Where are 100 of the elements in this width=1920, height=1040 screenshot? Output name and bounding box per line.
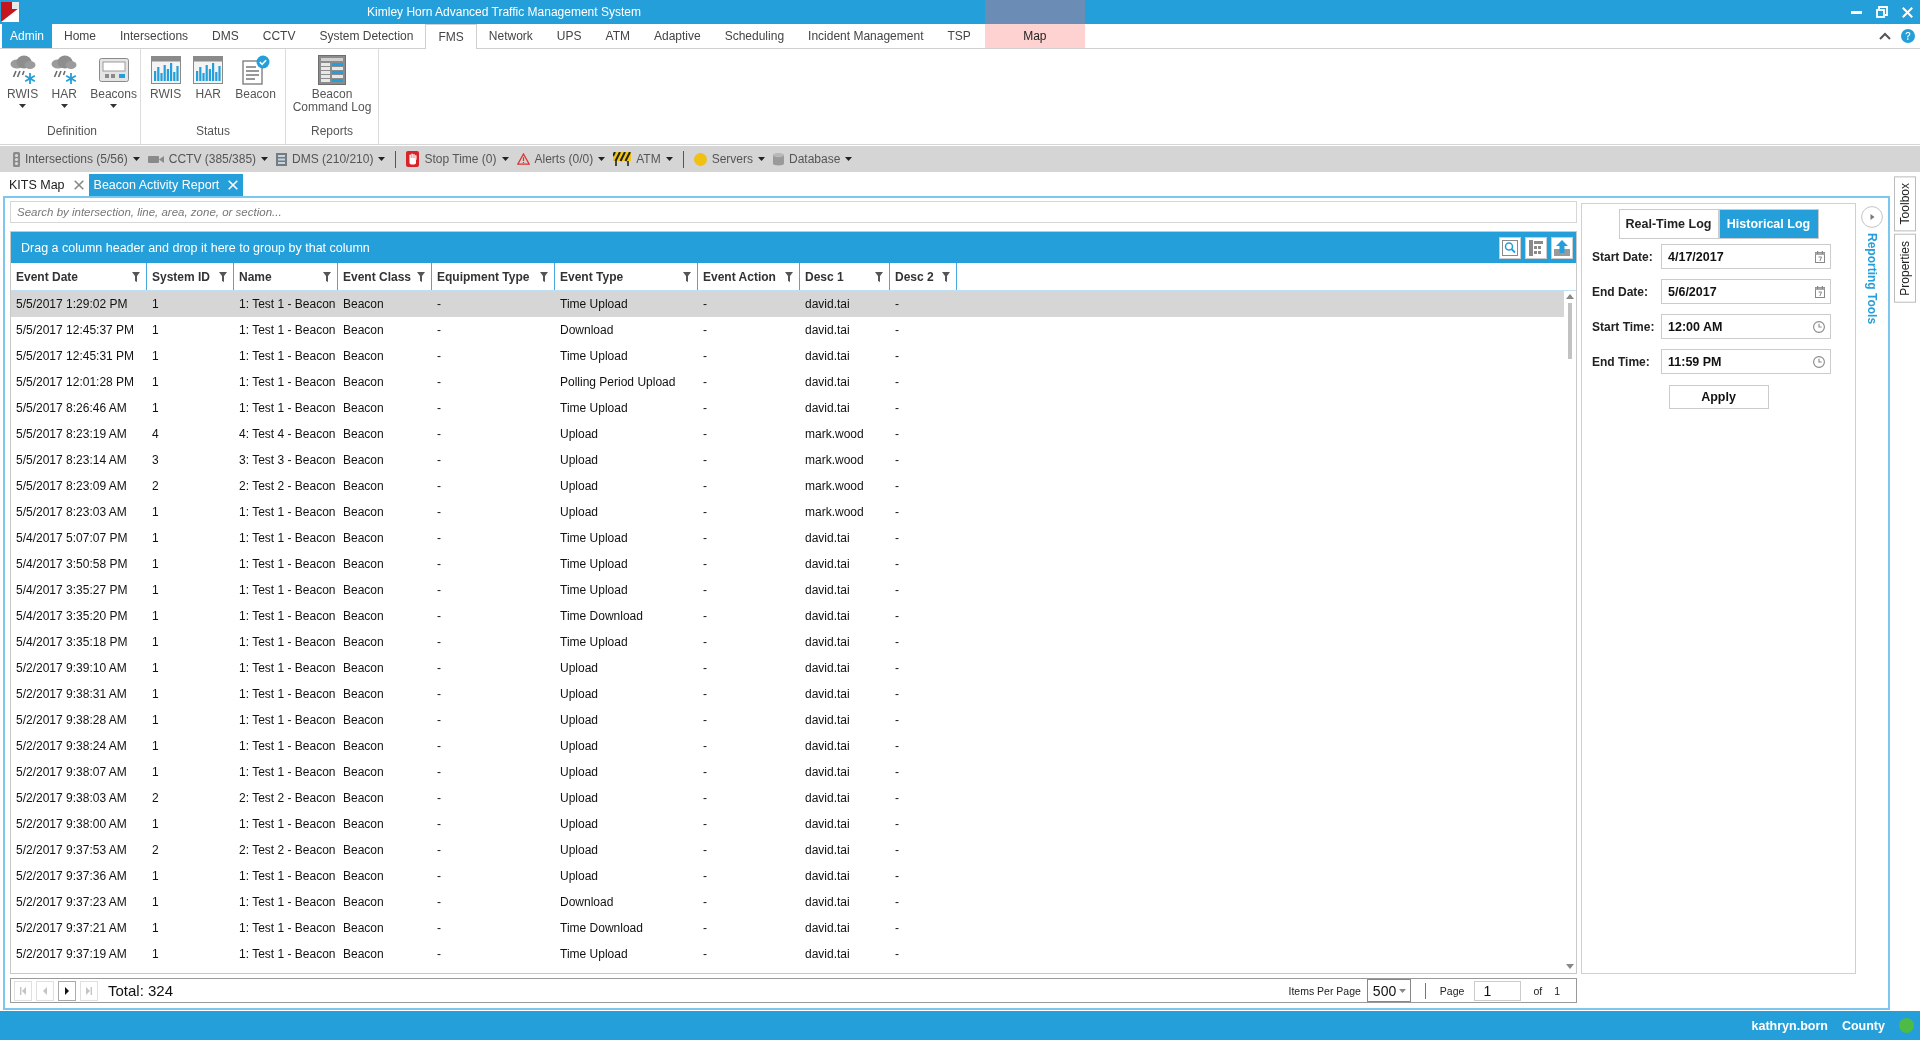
- scroll-down-icon[interactable]: [1566, 964, 1574, 969]
- table-cell-text: -: [894, 843, 900, 857]
- scroll-up-icon[interactable]: [1566, 294, 1574, 299]
- search-field[interactable]: Search by intersection, line, area, zone, or section...: [10, 201, 1577, 223]
- table-cell-text: -: [436, 739, 442, 753]
- ribbon-button[interactable]: HAR: [48, 52, 81, 124]
- table-cell-text: Download: [559, 323, 615, 337]
- filter-icon[interactable]: [785, 271, 793, 282]
- filter-icon[interactable]: [132, 271, 140, 282]
- table-cell-text: -: [702, 557, 708, 571]
- table-cell-text: 5/4/2017 3:35:18 PM: [15, 635, 129, 649]
- table-cell-text: 1: Test 1 - Beacon: [238, 895, 337, 909]
- table-cell-text: -: [894, 635, 900, 649]
- filter-icon[interactable]: [942, 271, 950, 282]
- table-cell-text: -: [894, 453, 900, 467]
- ribbon-button[interactable]: RWIS: [5, 52, 41, 124]
- device-icon: [98, 58, 129, 82]
- table-cell-text: Beacon: [342, 765, 385, 779]
- table-cell-text: -: [436, 713, 442, 727]
- caret-icon: [60, 104, 68, 108]
- ribbon-button[interactable]: Beacon Command Log: [290, 52, 374, 124]
- toolbar-dropdown[interactable]: ATM: [609, 152, 677, 166]
- side-tab[interactable]: Properties: [1894, 234, 1916, 304]
- ribbon-button[interactable]: Beacon: [233, 52, 278, 124]
- ribbon-button[interactable]: HAR: [191, 52, 226, 124]
- clock-icon[interactable]: [1813, 320, 1825, 333]
- date-field[interactable]: 5/6/2017: [1661, 279, 1831, 304]
- next-page-button[interactable]: [58, 980, 76, 1001]
- table-cell-text: 1: [151, 349, 160, 363]
- help-icon[interactable]: [1901, 29, 1915, 43]
- column-header[interactable]: System ID: [147, 263, 234, 290]
- filter-icon[interactable]: [323, 271, 331, 282]
- toolbar-dropdown[interactable]: DMS (210/210): [272, 152, 390, 166]
- table-cell-text: david.tai: [804, 817, 851, 831]
- table-cell-text: 1: [151, 895, 160, 909]
- filter-icon[interactable]: [540, 271, 548, 282]
- filter-icon[interactable]: [875, 271, 883, 282]
- log-mode-tab[interactable]: Real-Time Log: [1618, 209, 1719, 239]
- table-cell-text: david.tai: [804, 609, 851, 623]
- calendar-icon[interactable]: [1815, 285, 1825, 298]
- table-cell-text: Beacon: [342, 791, 385, 805]
- search-grid-button[interactable]: [1499, 236, 1521, 259]
- table-cell-text: -: [894, 947, 900, 961]
- table-row[interactable]: 5/5/2017 1:29:02 PM 1 1: Test 1 - Beacon Beacon - Time Upload - david.tai -: [11, 291, 1564, 317]
- column-header[interactable]: Event Class: [338, 263, 432, 290]
- column-header[interactable]: Name: [234, 263, 338, 290]
- calendar-icon[interactable]: [1815, 250, 1825, 263]
- toolbar-dropdown[interactable]: Alerts (0/0): [512, 152, 610, 166]
- warning-icon: [516, 153, 530, 165]
- scroll-thumb[interactable]: [1568, 303, 1572, 359]
- minimize-icon[interactable]: [1851, 10, 1862, 14]
- column-header[interactable]: Equipment Type: [432, 263, 555, 290]
- table-cell-text: 1: Test 1 - Beacon: [238, 635, 337, 649]
- toolbar-dropdown[interactable]: Database: [769, 152, 857, 166]
- table-cell-text: 5/5/2017 8:23:14 AM: [15, 453, 128, 467]
- filter-icon[interactable]: [683, 271, 691, 282]
- table-cell-text: mark.wood: [804, 453, 865, 467]
- toolbar-dropdown[interactable]: CCTV (385/385): [143, 152, 273, 166]
- chevron-up-icon[interactable]: [1879, 32, 1891, 40]
- column-header[interactable]: Event Date: [11, 263, 147, 290]
- table-cell-text: david.tai: [804, 349, 851, 363]
- restore-icon[interactable]: [1876, 6, 1888, 18]
- side-tab[interactable]: Toolbox: [1894, 176, 1916, 232]
- ribbon-tab[interactable]: Map: [984, 24, 1085, 48]
- table-cell-text: Beacon: [342, 557, 385, 571]
- column-chooser-button[interactable]: [1525, 236, 1547, 259]
- table-cell-text: Time Upload: [559, 583, 629, 597]
- column-header[interactable]: Desc 1: [800, 263, 890, 290]
- time-field[interactable]: 12:00 AM: [1661, 314, 1831, 339]
- ribbon-tab[interactable]: FMS: [425, 24, 477, 49]
- filter-icon[interactable]: [219, 271, 227, 282]
- ribbon-button[interactable]: RWIS: [148, 52, 184, 124]
- time-field[interactable]: 11:59 PM: [1661, 349, 1831, 374]
- table-cell-text: Beacon: [342, 869, 385, 883]
- close-icon[interactable]: [73, 180, 84, 190]
- page-size-dropdown[interactable]: 500: [1366, 979, 1411, 1002]
- apply-button[interactable]: Apply: [1668, 385, 1769, 409]
- table-cell-text: -: [894, 869, 900, 883]
- toolbar-dropdown[interactable]: Intersections (5/56): [9, 151, 144, 167]
- table-cell-text: 1: Test 1 - Beacon: [238, 557, 337, 571]
- ribbon-group-label: Status: [196, 124, 230, 140]
- export-button[interactable]: [1551, 236, 1573, 259]
- table-cell-text: -: [894, 401, 900, 415]
- toolbar-dropdown[interactable]: Servers: [689, 152, 769, 166]
- scope-label: County: [1841, 1018, 1885, 1033]
- page-number-field[interactable]: 1: [1474, 980, 1522, 1001]
- table-cell-text: 5/2/2017 9:37:19 AM: [15, 947, 128, 961]
- filter-icon[interactable]: [417, 271, 425, 282]
- date-field[interactable]: 4/17/2017: [1661, 244, 1831, 269]
- table-cell-text: 1: [151, 921, 160, 935]
- column-header[interactable]: Desc 2: [890, 263, 957, 290]
- ribbon-button[interactable]: Beacons: [88, 52, 139, 124]
- hand-icon: [406, 151, 420, 167]
- column-header[interactable]: Event Action: [698, 263, 800, 290]
- column-header[interactable]: Event Type: [555, 263, 698, 290]
- table-cell-text: 1: Test 1 - Beacon: [238, 661, 337, 675]
- table-cell-text: Beacon: [342, 297, 385, 311]
- table-cell-text: -: [702, 401, 708, 415]
- toolbar-dropdown[interactable]: Stop Time (0): [402, 151, 513, 167]
- clock-icon[interactable]: [1813, 355, 1825, 368]
